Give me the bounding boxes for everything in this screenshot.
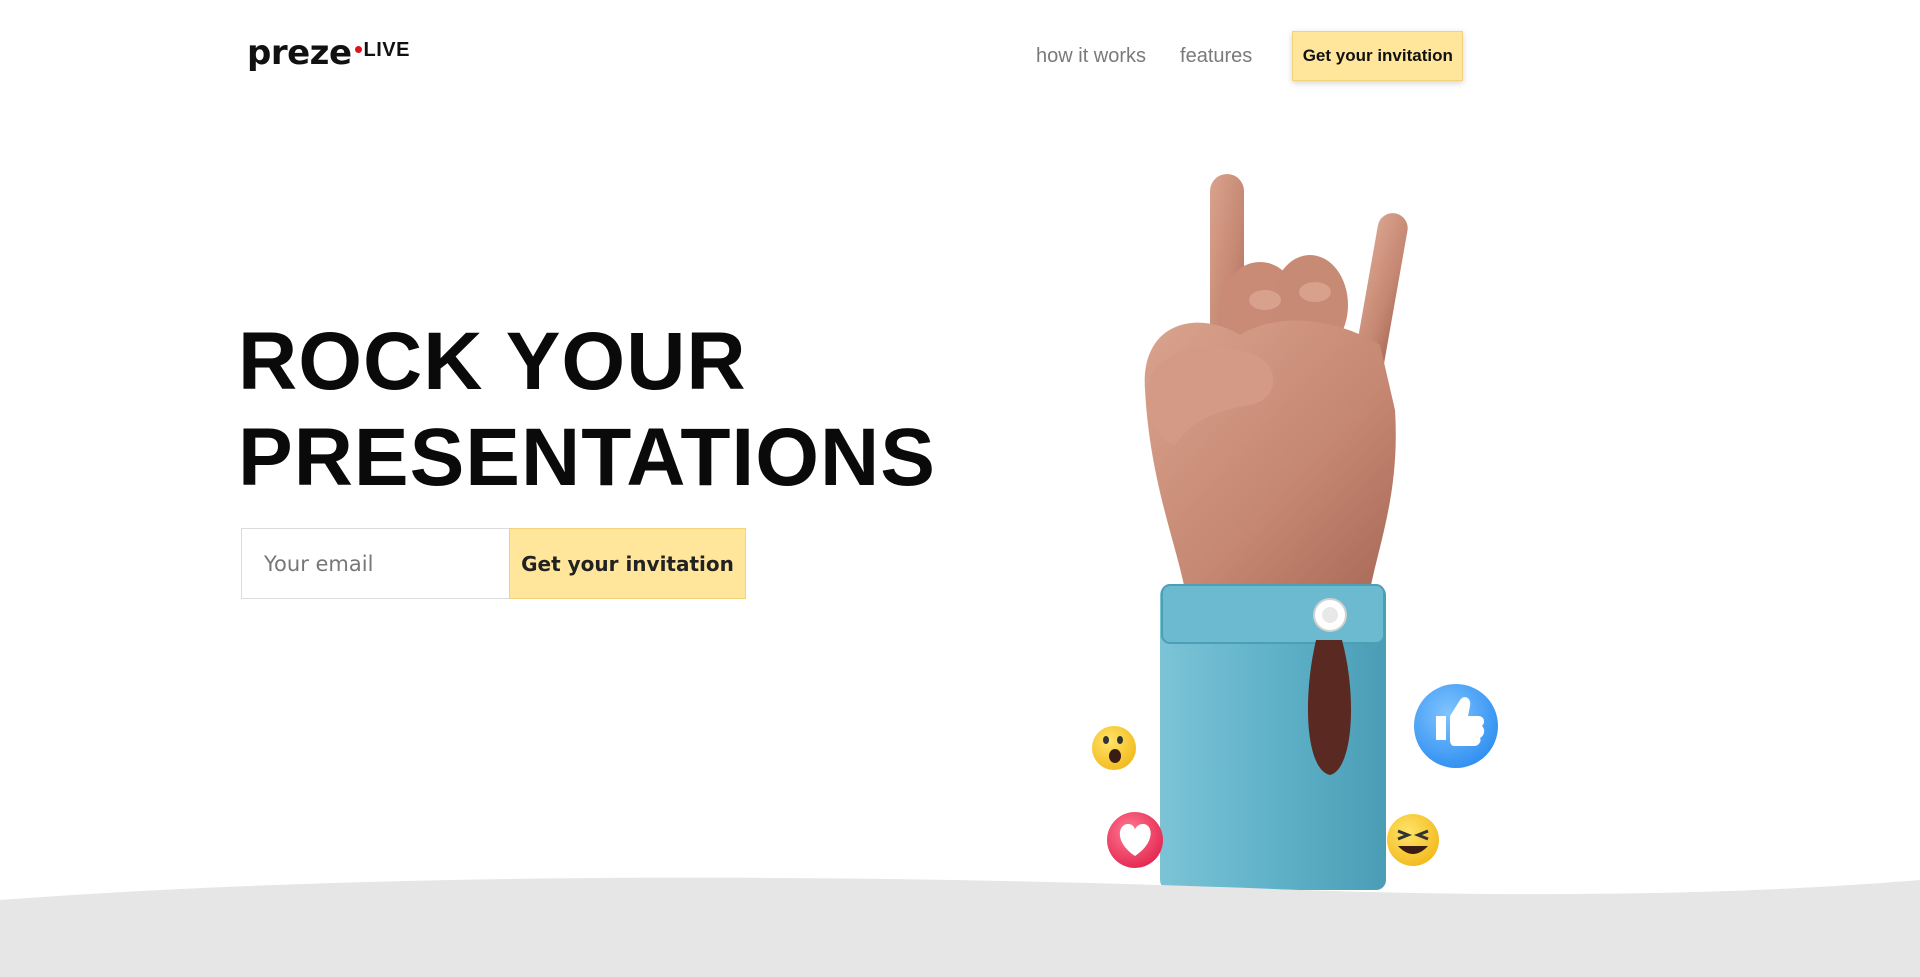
bottom-wave-band [0,877,1920,977]
logo-suffix: LIVE [363,39,410,61]
rock-hand-illustration [1092,174,1498,890]
landing-page: preze LIVE how it works features Get you… [0,0,1920,977]
laughing-emoji-icon [1387,814,1439,866]
nav-link-how-it-works[interactable]: how it works [1036,32,1146,80]
nav-get-invitation-button[interactable]: Get your invitation [1292,31,1464,81]
hero-title: ROCK YOUR PRESENTATIONS [238,314,936,506]
hero-title-line-2: PRESENTATIONS [238,412,936,503]
email-input[interactable] [241,528,509,599]
sleeve-shape [1160,584,1386,890]
wow-emoji-icon [1092,726,1136,770]
nav-link-features[interactable]: features [1180,32,1252,80]
hero-title-line-1: ROCK YOUR [238,316,747,407]
thumbs-up-icon [1414,684,1498,768]
signup-form: Get your invitation [241,528,746,599]
logo[interactable]: preze LIVE [247,36,410,70]
hand-shape [1144,174,1408,590]
get-invitation-button[interactable]: Get your invitation [509,528,746,599]
logo-brand: preze [247,33,352,73]
logo-dot [354,46,362,53]
main-nav: how it works features Get your invitatio… [1036,31,1464,81]
